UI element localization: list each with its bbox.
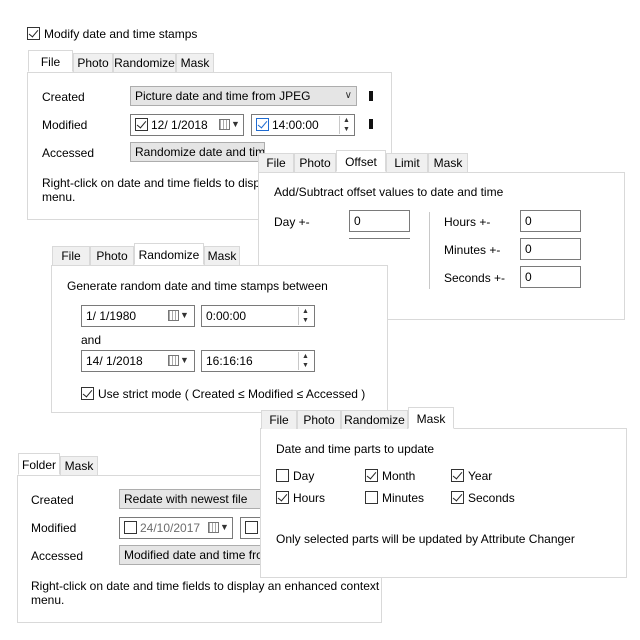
minutes-part-label: Minutes — [382, 491, 425, 505]
start-date-value: 1/ 1/1980 — [86, 309, 137, 323]
minutes-part-checkbox[interactable] — [365, 491, 378, 504]
accessed-label: Accessed — [42, 146, 95, 160]
tab-file[interactable]: File — [258, 153, 294, 172]
calendar-icon[interactable] — [208, 522, 219, 533]
year-part-label: Year — [468, 469, 493, 483]
folder-modified-date-value: 24/10/2017 — [140, 521, 201, 535]
calendar-icon[interactable] — [168, 355, 179, 366]
minutes-label: Minutes +- — [444, 243, 501, 257]
folder-hint-text: Right-click on date and time fields to d… — [31, 579, 380, 593]
hint-text-2: menu. — [42, 190, 76, 204]
folder-modified-checkbox[interactable] — [124, 521, 137, 534]
end-date-value: 14/ 1/2018 — [86, 354, 143, 368]
hours-label: Hours +- — [444, 215, 491, 229]
tab-randomize[interactable]: Randomize — [113, 53, 176, 72]
folder-accessed-value: Modified date and time from — [124, 548, 264, 562]
time-spinner[interactable]: ▲ ▼ — [298, 352, 312, 370]
day-part-checkbox[interactable] — [276, 469, 289, 482]
accessed-select[interactable]: Randomize date and time — [130, 142, 265, 162]
seconds-part-label: Seconds — [468, 491, 515, 505]
tab-folder[interactable]: Folder — [18, 453, 60, 475]
day-part-label: Day — [293, 469, 315, 483]
folder-created-value: Redate with newest file — [124, 492, 248, 506]
month-part-label: Month — [382, 469, 416, 483]
tab-limit[interactable]: Limit — [386, 153, 428, 172]
hours-part-checkbox[interactable] — [276, 491, 289, 504]
dropdown-arrow-icon[interactable]: ▼ — [231, 119, 240, 129]
day-input-edge — [349, 238, 410, 241]
created-select-value: Picture date and time from JPEG — [135, 89, 311, 103]
created-select[interactable]: Picture date and time from JPEG ∨ — [130, 86, 357, 106]
menu-icon[interactable] — [369, 119, 373, 129]
tab-randomize[interactable]: Randomize — [341, 410, 408, 429]
tab-file[interactable]: File — [52, 246, 90, 265]
folder-hint-text-2: menu. — [31, 593, 65, 607]
modify-timestamps-label: Modify date and time stamps — [44, 27, 198, 41]
folder-time-checkbox[interactable] — [245, 521, 258, 534]
calendar-icon[interactable] — [168, 310, 179, 321]
seconds-offset-input[interactable]: 0 — [520, 266, 581, 288]
time-spinner[interactable]: ▲ ▼ — [298, 307, 312, 325]
tab-photo[interactable]: Photo — [294, 153, 336, 172]
tab-offset[interactable]: Offset — [336, 150, 386, 172]
created-label: Created — [31, 493, 74, 507]
tab-file[interactable]: File — [28, 50, 73, 72]
calendar-icon[interactable] — [219, 119, 230, 130]
menu-icon[interactable] — [369, 91, 373, 101]
time-spinner[interactable]: ▲ ▼ — [339, 116, 353, 134]
dropdown-arrow-icon[interactable]: ▼ — [180, 310, 189, 320]
tab-mask[interactable]: Mask — [60, 456, 98, 475]
modified-label: Modified — [31, 521, 77, 535]
tab-photo[interactable]: Photo — [90, 246, 134, 265]
strict-mode-checkbox[interactable] — [81, 387, 94, 400]
dropdown-arrow-icon[interactable]: ▼ — [180, 355, 189, 365]
tab-file[interactable]: File — [261, 410, 297, 429]
day-offset-input[interactable]: 0 — [349, 210, 410, 232]
folder-created-select[interactable]: Redate with newest file — [119, 489, 264, 509]
seconds-label: Seconds +- — [444, 271, 506, 285]
folder-accessed-select[interactable]: Modified date and time from — [119, 545, 264, 565]
modify-timestamps-checkbox[interactable] — [27, 27, 40, 40]
month-part-checkbox[interactable] — [365, 469, 378, 482]
modified-time-checkbox[interactable] — [256, 118, 269, 131]
hint-text: Right-click on date and time fields to d… — [42, 176, 286, 190]
hours-offset-input[interactable]: 0 — [520, 210, 581, 232]
created-label: Created — [42, 90, 85, 104]
hours-part-label: Hours — [293, 491, 326, 505]
year-part-checkbox[interactable] — [451, 469, 464, 482]
accessed-select-value: Randomize date and time — [135, 145, 265, 159]
divider — [429, 212, 430, 289]
tab-mask[interactable]: Mask — [176, 53, 214, 72]
mask-description: Date and time parts to update — [276, 442, 435, 456]
tab-photo[interactable]: Photo — [297, 410, 341, 429]
modified-date-value: 12/ 1/2018 — [151, 118, 208, 132]
accessed-label: Accessed — [31, 549, 84, 563]
and-label: and — [81, 333, 102, 347]
tab-mask[interactable]: Mask — [408, 407, 454, 429]
minutes-offset-input[interactable]: 0 — [520, 238, 581, 260]
chevron-down-icon: ∨ — [344, 90, 352, 101]
offset-description: Add/Subtract offset values to date and t… — [274, 185, 504, 199]
dropdown-arrow-icon[interactable]: ▼ — [220, 522, 229, 532]
start-time-value: 0:00:00 — [206, 309, 247, 323]
modified-date-checkbox[interactable] — [135, 118, 148, 131]
mask-note: Only selected parts will be updated by A… — [276, 532, 575, 546]
tab-randomize[interactable]: Randomize — [134, 243, 204, 265]
tab-photo[interactable]: Photo — [73, 53, 113, 72]
randomize-description: Generate random date and time stamps bet… — [67, 279, 328, 293]
tab-mask[interactable]: Mask — [428, 153, 468, 172]
modified-time-value: 14:00:00 — [272, 118, 319, 132]
tab-mask[interactable]: Mask — [204, 246, 240, 265]
strict-mode-label: Use strict mode ( Created ≤ Modified ≤ A… — [98, 387, 366, 401]
end-time-value: 16:16:16 — [206, 354, 253, 368]
seconds-part-checkbox[interactable] — [451, 491, 464, 504]
day-label: Day +- — [274, 215, 310, 229]
modified-label: Modified — [42, 118, 88, 132]
